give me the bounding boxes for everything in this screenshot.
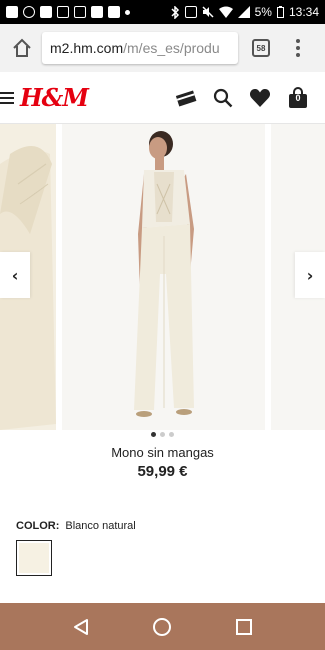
menu-dot	[296, 46, 300, 50]
menu-bar	[0, 96, 14, 99]
recents-square-icon	[236, 618, 253, 635]
app-icon	[40, 6, 52, 18]
url-path: /m/es_es/produ	[123, 40, 220, 56]
menu-icon[interactable]	[0, 91, 14, 104]
bag-icon[interactable]: 0	[287, 86, 309, 109]
facebook-icon	[6, 6, 18, 18]
tab-switcher-button[interactable]: 58	[252, 39, 270, 57]
product-price: 59,99 €	[137, 463, 188, 480]
chevron-left-icon: ‹	[11, 265, 19, 285]
back-button[interactable]	[69, 615, 93, 639]
notification-icons	[6, 6, 130, 18]
browser-toolbar: m2.hm.com/m/es_es/produ 58	[0, 24, 325, 72]
pagination-dot-active[interactable]	[151, 432, 156, 437]
whatsapp-icon	[23, 6, 35, 18]
gallery-next-button[interactable]: ›	[295, 252, 325, 298]
pagination-dot[interactable]	[160, 432, 165, 437]
mute-icon	[202, 6, 214, 18]
swatch-fill	[19, 543, 49, 573]
url-bar[interactable]: m2.hm.com/m/es_es/produ	[42, 32, 238, 64]
color-swatch-selected[interactable]	[16, 540, 52, 576]
search-icon[interactable]	[213, 88, 233, 108]
recents-button[interactable]	[232, 615, 256, 639]
clock: 13:34	[288, 5, 319, 19]
home-circle-icon	[153, 617, 172, 636]
home-button[interactable]	[8, 34, 36, 62]
product-gallery[interactable]: ‹ ›	[0, 124, 325, 430]
gallery-prev-button[interactable]: ‹	[0, 252, 30, 298]
card-icon[interactable]	[175, 89, 197, 107]
gallery-pagination	[0, 432, 325, 437]
menu-dot	[296, 53, 300, 57]
menu-bar	[0, 101, 14, 104]
check-icon	[57, 6, 69, 18]
browser-menu-button[interactable]	[290, 36, 306, 60]
heart-icon[interactable]	[249, 88, 271, 108]
battery-percent: 5%	[254, 5, 272, 19]
bluetooth-icon	[171, 5, 179, 19]
model-photo	[62, 124, 265, 430]
hm-logo[interactable]: H&M	[20, 83, 89, 112]
main-product-image[interactable]	[62, 124, 265, 430]
bag-count: 0	[295, 92, 301, 103]
battery-icon	[276, 6, 284, 18]
color-value: Blanco natural	[65, 520, 136, 532]
mail-icon	[74, 6, 86, 18]
back-triangle-icon	[73, 618, 88, 635]
product-name: Mono sin mangas	[111, 445, 214, 460]
android-nav-bar	[0, 603, 325, 650]
menu-dot	[296, 39, 300, 43]
signal-icon	[237, 6, 250, 18]
wifi-icon	[218, 6, 233, 18]
color-selector: COLOR: Blanco natural	[16, 520, 136, 532]
system-icons: 5% 13:34	[170, 5, 319, 19]
chevron-right-icon: ›	[306, 265, 314, 285]
image-icon	[91, 6, 103, 18]
home-nav-button[interactable]	[150, 615, 174, 639]
status-bar: 5% 13:34	[0, 0, 325, 24]
bag-notification-icon	[108, 6, 120, 18]
site-header: H&M 0	[0, 72, 325, 124]
url-host: m2.hm.com	[50, 40, 124, 56]
menu-bar	[0, 91, 14, 94]
pagination-dot[interactable]	[169, 432, 174, 437]
header-actions: 0	[175, 86, 325, 109]
color-label: COLOR:	[16, 520, 60, 532]
dot-icon	[125, 9, 130, 15]
home-icon	[13, 38, 31, 57]
nfc-icon	[184, 6, 197, 18]
